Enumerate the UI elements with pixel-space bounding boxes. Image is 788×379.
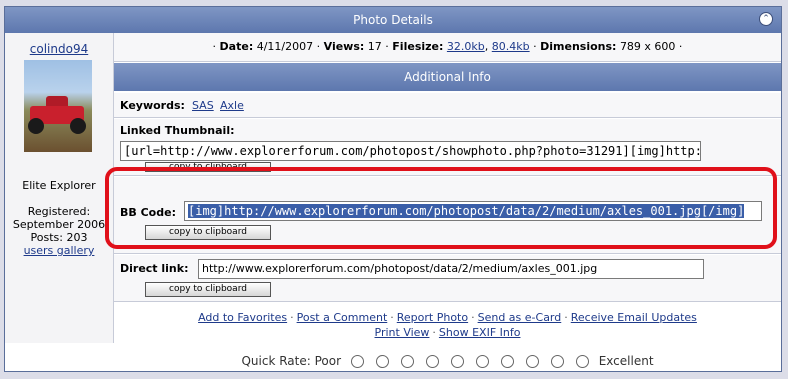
report-photo-link[interactable]: Report Photo [397,311,468,324]
rate-radio-10[interactable] [575,355,589,368]
rate-poor-label: Poor [314,354,342,368]
bb-code-label: BB Code: [120,206,176,219]
linked-thumbnail-row: Linked Thumbnail: [url=http://www.explor… [114,119,781,176]
gallery-link-wrap: users gallery [5,244,113,257]
post-count: Posts: 203 [30,231,88,244]
photo-meta: · Date: 4/11/2007 · Views: 17 · Filesize… [114,33,781,62]
rate-radio-8[interactable] [525,355,539,368]
panel-title: Photo Details [353,13,433,27]
rate-radio-3[interactable] [400,355,414,368]
quick-rate: Quick Rate: Poor Excellent [114,349,781,373]
photo-actions-line2: Print View · Show EXIF Info [114,326,781,339]
dimensions-value: 789 x 600 [619,40,676,53]
filesize-link-medium[interactable]: 80.4kb [492,40,530,53]
rate-excellent-label: Excellent [598,354,654,368]
print-view-link[interactable]: Print View [375,326,430,339]
collapse-icon[interactable]: ⌃ [759,12,773,26]
direct-link-row: Direct link: http://www.explorerforum.co… [114,255,781,302]
keyword-link-axle[interactable]: Axle [220,99,244,112]
username-link[interactable]: colindo94 [5,42,113,56]
rate-radio-7[interactable] [500,355,514,368]
linked-thumbnail-field[interactable]: [url=http://www.explorerforum.com/photop… [120,141,701,161]
registered-label: Registered: [27,205,91,218]
direct-link-label: Direct link: [120,262,189,275]
keyword-link-sas[interactable]: SAS [192,99,214,112]
filesize-link-small[interactable]: 32.0kb [447,40,485,53]
add-to-favorites-link[interactable]: Add to Favorites [198,311,287,324]
action-separator: · [564,311,568,324]
rate-radio-2[interactable] [375,355,389,368]
users-gallery-link[interactable]: users gallery [24,244,95,257]
avatar[interactable] [24,60,92,152]
rate-radio-9[interactable] [550,355,564,368]
photo-details-main: · Date: 4/11/2007 · Views: 17 · Filesize… [114,33,781,373]
date-label: Date: [219,40,254,53]
user-sidebar: colindo94 Elite Explorer Registered: Sep… [5,33,114,343]
send-ecard-link[interactable]: Send as e-Card [478,311,562,324]
views-label: Views: [323,40,365,53]
copy-direct-link-button[interactable]: copy to clipboard [145,282,271,297]
avatar-wheel [70,118,86,134]
bb-code-row: BB Code: [img]http://www.explorerforum.c… [114,177,781,254]
filesize-label: Filesize: [392,40,444,53]
action-separator: · [432,326,436,339]
photo-actions-line1: Add to Favorites · Post a Comment · Report P… [114,311,781,324]
copy-bb-code-button[interactable]: copy to clipboard [145,225,271,240]
rate-radio-6[interactable] [475,355,489,368]
rate-radio-4[interactable] [425,355,439,368]
action-separator: · [390,311,394,324]
bb-code-selected-text: [img]http://www.explorerforum.com/photop… [188,204,745,218]
quick-rate-label: Quick Rate: [241,354,311,368]
direct-link-field[interactable]: http://www.explorerforum.com/photopost/d… [198,259,704,279]
additional-info-header: Additional Info [114,63,781,91]
copy-thumbnail-button[interactable]: copy to clipboard [145,162,271,172]
linked-thumbnail-label: Linked Thumbnail: [120,124,235,137]
date-value: 4/11/2007 [256,40,314,53]
action-separator: · [471,311,475,324]
user-rank: Elite Explorer [22,179,96,192]
photo-details-panel: Photo Details ⌃ colindo94 Elite Explorer… [4,6,782,372]
show-exif-link[interactable]: Show EXIF Info [439,326,521,339]
dimensions-label: Dimensions: [540,40,617,53]
action-separator: · [290,311,294,324]
bb-code-field[interactable]: [img]http://www.explorerforum.com/photop… [184,201,762,221]
views-value: 17 [367,40,382,53]
rate-radio-1[interactable] [350,355,364,368]
avatar-wheel [28,118,44,134]
rate-radio-5[interactable] [450,355,464,368]
panel-header: Photo Details ⌃ [5,7,781,33]
email-updates-link[interactable]: Receive Email Updates [571,311,697,324]
registered-date: September 2006 [12,218,106,231]
post-comment-link[interactable]: Post a Comment [297,311,388,324]
keywords-label: Keywords: [120,99,185,112]
keywords-row: Keywords: SAS Axle [114,93,781,118]
